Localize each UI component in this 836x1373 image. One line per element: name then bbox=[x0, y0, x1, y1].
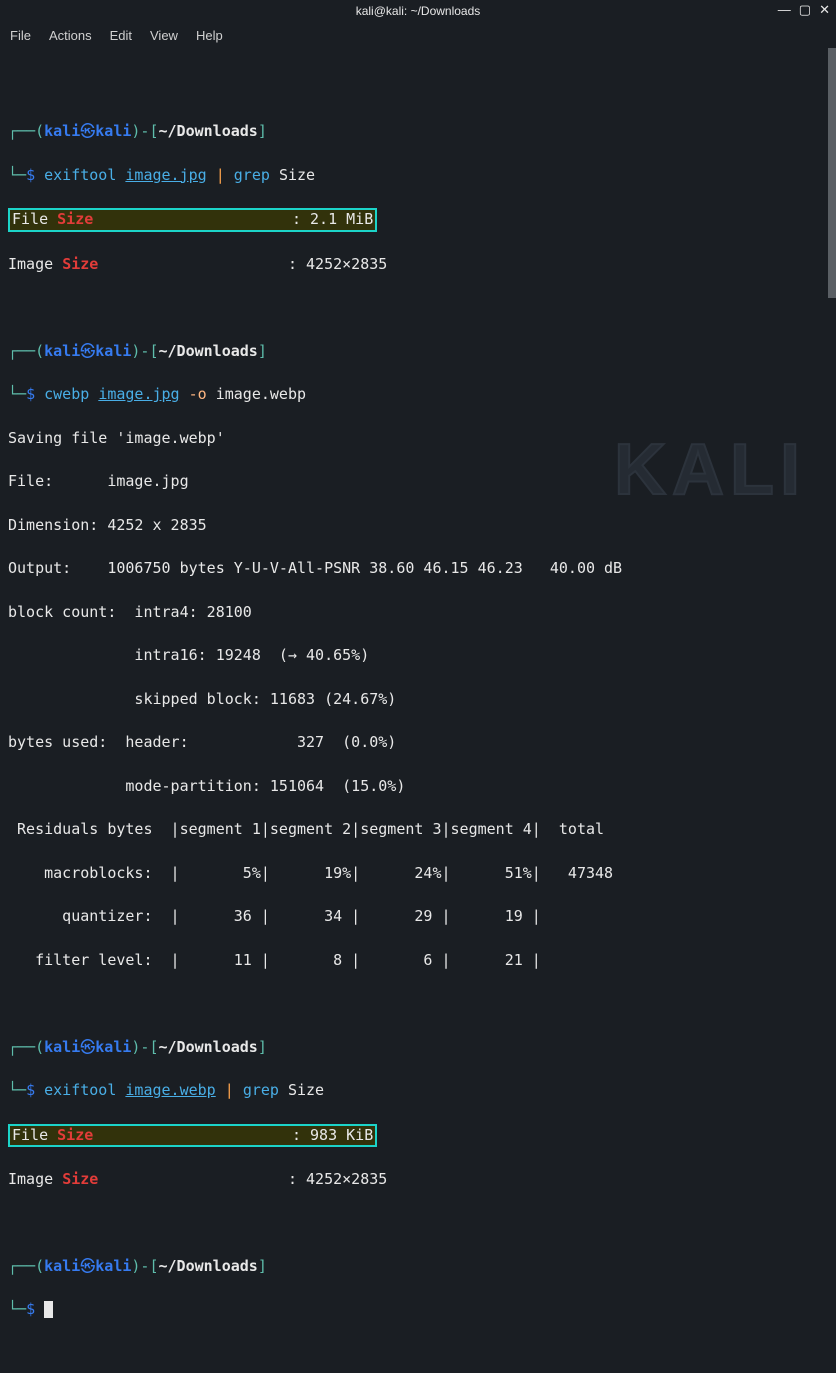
cwebp-out-file: File: image.jpg bbox=[8, 471, 828, 493]
menu-edit[interactable]: Edit bbox=[110, 28, 132, 43]
command-2: └─$ cwebp image.jpg -o image.webp bbox=[8, 384, 828, 406]
terminal-output[interactable]: KALI ┌──(kali㉿kali)-[~/Downloads] └─$ ex… bbox=[0, 48, 836, 1373]
output-image-size-2: Image Size : 4252×2835 bbox=[8, 1169, 828, 1191]
cursor-icon bbox=[44, 1301, 53, 1318]
cwebp-out-block-intra4: block count: intra4: 28100 bbox=[8, 602, 828, 624]
cwebp-out-mode-partition: mode-partition: 151064 (15.0%) bbox=[8, 776, 828, 798]
cwebp-out-dimension: Dimension: 4252 x 2835 bbox=[8, 515, 828, 537]
cwebp-out-header: bytes used: header: 327 (0.0%) bbox=[8, 732, 828, 754]
window-title: kali@kali: ~/Downloads bbox=[356, 4, 481, 18]
menu-file[interactable]: File bbox=[10, 28, 31, 43]
command-3: └─$ exiftool image.webp | grep Size bbox=[8, 1080, 828, 1102]
output-image-size-1: Image Size : 4252×2835 bbox=[8, 254, 828, 276]
prompt-line-1: ┌──(kali㉿kali)-[~/Downloads] bbox=[8, 121, 828, 143]
cwebp-out-output: Output: 1006750 bytes Y-U-V-All-PSNR 38.… bbox=[8, 558, 828, 580]
cwebp-out-saving: Saving file 'image.webp' bbox=[8, 428, 828, 450]
prompt-line-2: ┌──(kali㉿kali)-[~/Downloads] bbox=[8, 341, 828, 363]
cwebp-table-quantizer: quantizer: | 36 | 34 | 29 | 19 | bbox=[8, 906, 828, 928]
command-1: └─$ exiftool image.jpg | grep Size bbox=[8, 165, 828, 187]
close-icon[interactable]: ✕ bbox=[819, 2, 830, 18]
menu-help[interactable]: Help bbox=[196, 28, 223, 43]
cwebp-table-header: Residuals bytes |segment 1|segment 2|seg… bbox=[8, 819, 828, 841]
menu-actions[interactable]: Actions bbox=[49, 28, 92, 43]
output-file-size-1: File Size : 2.1 MiB bbox=[8, 208, 828, 232]
cwebp-table-macroblocks: macroblocks: | 5%| 19%| 24%| 51%| 47348 bbox=[8, 863, 828, 885]
window-controls: — ▢ ✕ bbox=[778, 2, 830, 18]
prompt-cursor-line: └─$ bbox=[8, 1299, 828, 1321]
maximize-icon[interactable]: ▢ bbox=[799, 2, 811, 18]
output-file-size-2: File Size : 983 KiB bbox=[8, 1124, 828, 1148]
window-titlebar: kali@kali: ~/Downloads — ▢ ✕ bbox=[0, 0, 836, 22]
cwebp-out-block-intra16: intra16: 19248 (→ 40.65%) bbox=[8, 645, 828, 667]
prompt-line-4: ┌──(kali㉿kali)-[~/Downloads] bbox=[8, 1256, 828, 1278]
menu-bar: File Actions Edit View Help bbox=[0, 22, 836, 48]
menu-view[interactable]: View bbox=[150, 28, 178, 43]
cwebp-table-filter: filter level: | 11 | 8 | 6 | 21 | bbox=[8, 950, 828, 972]
prompt-line-3: ┌──(kali㉿kali)-[~/Downloads] bbox=[8, 1037, 828, 1059]
cwebp-out-block-skipped: skipped block: 11683 (24.67%) bbox=[8, 689, 828, 711]
minimize-icon[interactable]: — bbox=[778, 2, 791, 18]
